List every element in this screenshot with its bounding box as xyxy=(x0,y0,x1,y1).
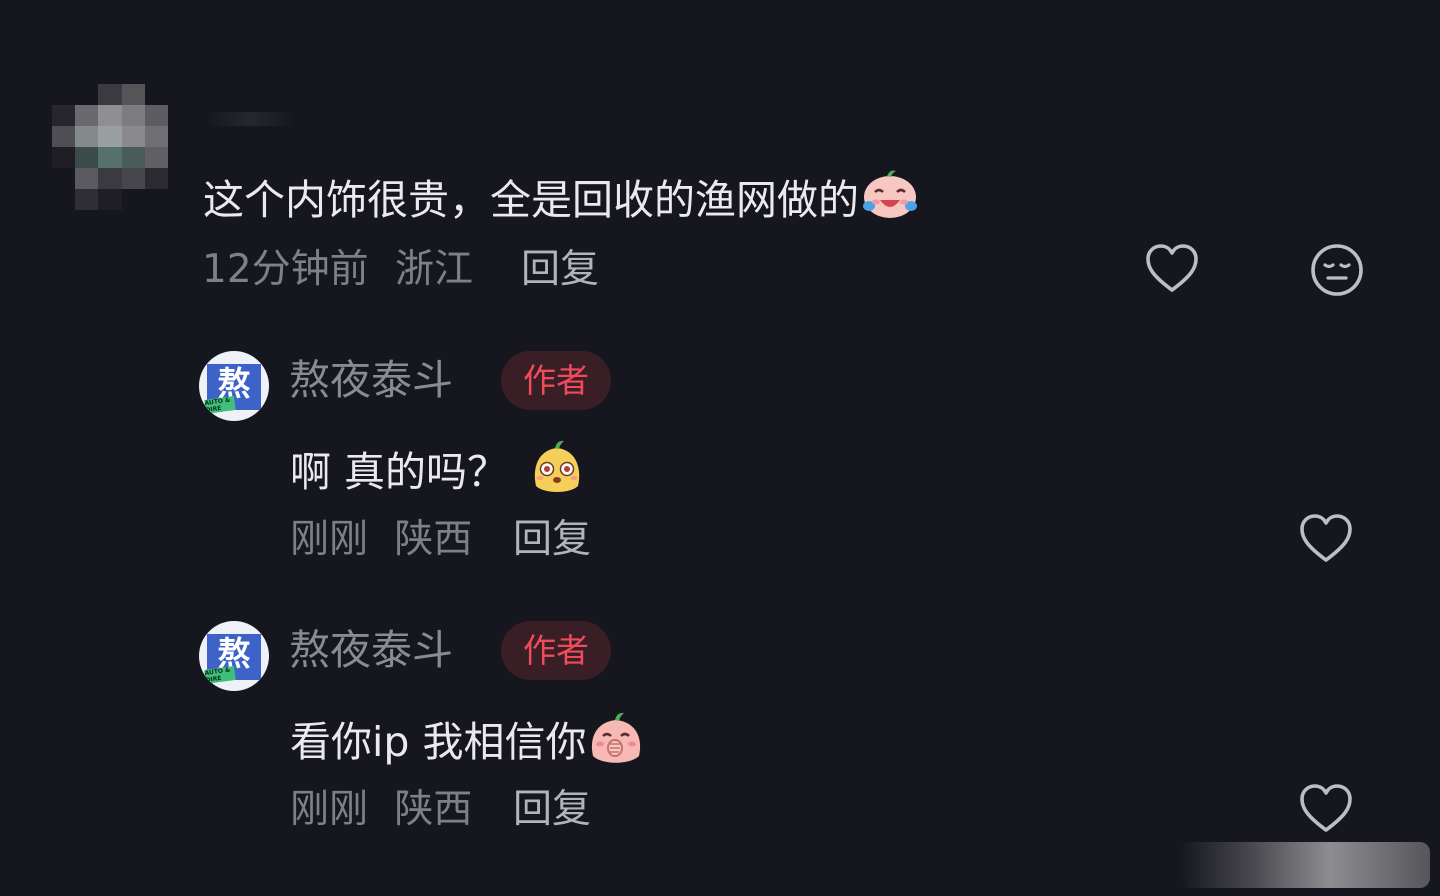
author-badge: 作者 xyxy=(501,621,611,680)
reply-text: 看你ip 我相信你 xyxy=(290,708,644,773)
like-heart-icon[interactable] xyxy=(1299,784,1353,838)
author-badge: 作者 xyxy=(501,351,611,410)
avatar-strip: AUTO & DIRE xyxy=(204,665,236,685)
laugh-cry-emoji-icon xyxy=(861,166,919,227)
reply-location: 陕西 xyxy=(394,517,473,562)
reply-text-body: 看你ip 我相信你 xyxy=(290,718,587,766)
like-heart-icon[interactable] xyxy=(1299,514,1353,568)
dislike-face-icon[interactable] xyxy=(1310,243,1364,301)
surprised-emoji-icon xyxy=(530,438,584,501)
reply-button[interactable]: 回复 xyxy=(513,520,591,559)
commenter-name-blurred xyxy=(205,112,295,126)
comment-meta: 12分钟前 浙江 xyxy=(202,250,473,289)
reply-username[interactable]: 熬夜泰斗 xyxy=(289,360,453,401)
reply-text-body: 啊 真的吗？ xyxy=(290,448,509,496)
reply-username[interactable]: 熬夜泰斗 xyxy=(289,630,453,671)
reply-meta: 刚刚 陕西 xyxy=(290,790,472,829)
like-heart-icon[interactable] xyxy=(1145,244,1199,298)
watermark-blurred xyxy=(1180,842,1430,888)
reply-button[interactable]: 回复 xyxy=(513,790,591,829)
comment-text: 这个内饰很贵，全是回收的渔网做的 xyxy=(203,166,919,227)
reply-location: 陕西 xyxy=(394,787,473,832)
reply-text: 啊 真的吗？ xyxy=(290,438,584,501)
comment-location: 浙江 xyxy=(395,247,474,292)
reply-meta: 刚刚 陕西 xyxy=(290,520,472,559)
reply-time: 刚刚 xyxy=(290,787,369,832)
avatar-strip: AUTO & DIRE xyxy=(204,395,236,415)
commenter-avatar[interactable] xyxy=(52,84,168,210)
comment-text-body: 这个内饰很贵，全是回收的渔网做的 xyxy=(203,176,859,224)
author-avatar[interactable]: 熬 AUTO & DIRE xyxy=(199,621,269,691)
author-avatar[interactable]: 熬 AUTO & DIRE xyxy=(199,351,269,421)
reply-time: 刚刚 xyxy=(290,517,369,562)
reply-button[interactable]: 回复 xyxy=(521,250,599,289)
comment-time: 12分钟前 xyxy=(202,247,369,292)
shy-emoji-icon xyxy=(588,708,644,773)
